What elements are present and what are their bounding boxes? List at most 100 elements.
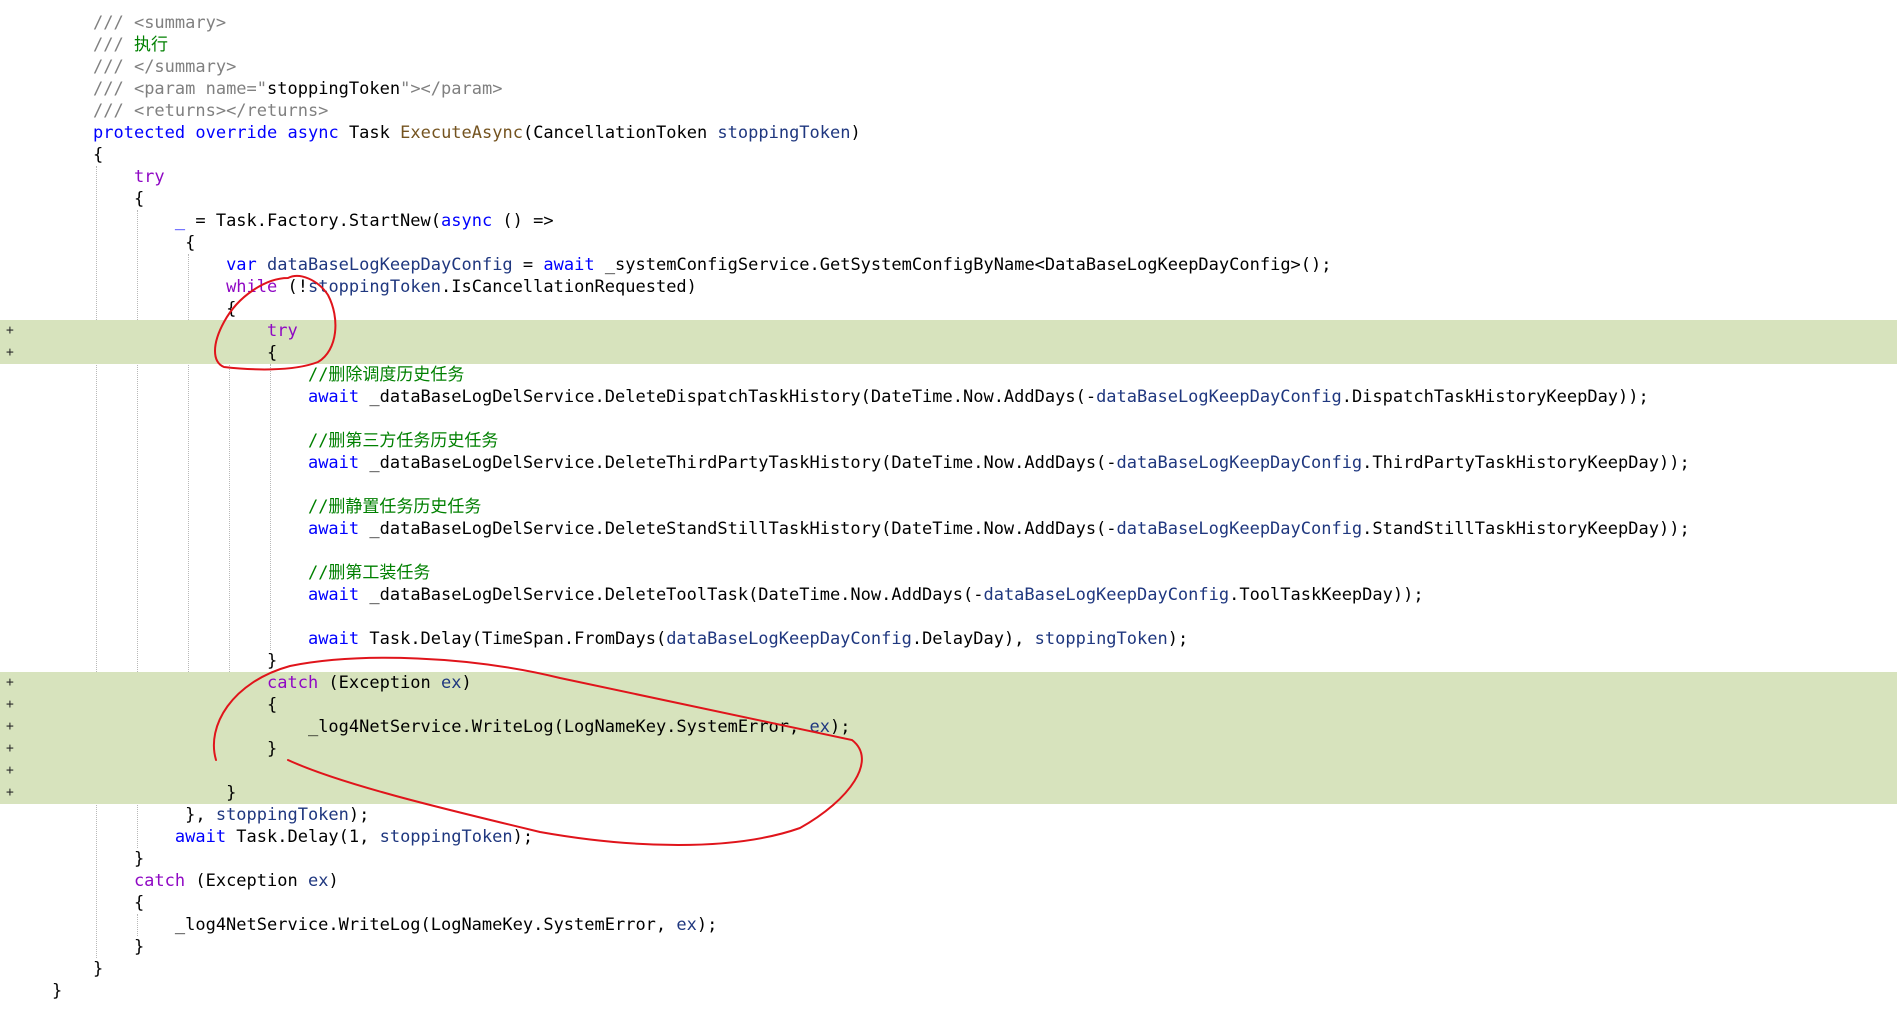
code-text: await Task.Delay(1, stoppingToken); [175, 826, 533, 848]
code-text: _log4NetService.WriteLog(LogNameKey.Syst… [175, 914, 717, 936]
code-line[interactable]: protected override async Task ExecuteAsy… [0, 122, 1897, 144]
code-text: try [134, 166, 165, 188]
code-text: protected override async Task ExecuteAsy… [93, 122, 861, 144]
code-token: _dataBaseLogDelService.DeleteThirdPartyT… [359, 453, 1117, 473]
code-line[interactable]: //删静置任务历史任务 [0, 496, 1897, 518]
code-token: //删第三方任务历史任务 [307, 431, 499, 451]
code-token: _log4NetService.WriteLog(LogNameKey.Syst… [307, 717, 810, 737]
code-line[interactable]: + catch (Exception ex) [0, 672, 1897, 694]
code-token: await [307, 453, 360, 473]
code-token: } [267, 651, 278, 671]
code-token: dataBaseLogKeepDayConfig [1096, 387, 1342, 407]
code-line[interactable]: await Task.Delay(1, stoppingToken); [0, 826, 1897, 848]
code-text: /// <param name="stoppingToken"></param> [93, 78, 502, 100]
code-token: } [133, 849, 145, 869]
code-line[interactable]: await _dataBaseLogDelService.DeleteToolT… [0, 584, 1897, 606]
code-line[interactable]: _ = Task.Factory.StartNew(async () => [0, 210, 1897, 232]
code-line[interactable]: //删第工装任务 [0, 562, 1897, 584]
code-line[interactable]: +{ [0, 694, 1897, 716]
code-line[interactable]: var dataBaseLogKeepDayConfig = await _sy… [0, 254, 1897, 276]
code-token: await [174, 827, 227, 847]
code-token: stoppingToken [215, 805, 349, 825]
code-line[interactable]: try [0, 166, 1897, 188]
code-token: await [307, 387, 360, 407]
code-line[interactable]: await _dataBaseLogDelService.DeleteDispa… [0, 386, 1897, 408]
code-token: ) [461, 673, 472, 693]
code-token: stoppingToken [267, 79, 401, 99]
code-token: ex [441, 673, 462, 693]
code-line[interactable]: { [0, 144, 1897, 166]
code-token: _dataBaseLogDelService.DeleteDispatchTas… [359, 387, 1097, 407]
code-token: Task.Delay(TimeSpan.FromDays( [359, 629, 667, 649]
code-line[interactable]: + _log4NetService.WriteLog(LogNameKey.Sys… [0, 716, 1897, 738]
code-token: ); [829, 717, 851, 737]
code-text: { [93, 144, 103, 166]
code-token: /// [93, 35, 134, 55]
code-line[interactable]: { [0, 188, 1897, 210]
code-token: while [226, 277, 278, 297]
code-token: await [307, 519, 360, 539]
code-token: _dataBaseLogDelService.DeleteStandStillT… [359, 519, 1117, 539]
code-token: ) [328, 871, 339, 891]
code-token: } [52, 981, 63, 1001]
code-line[interactable]: }, stoppingToken); [0, 804, 1897, 826]
code-token: var [226, 255, 257, 275]
code-line[interactable]: + try [0, 320, 1897, 342]
change-marker: + [6, 785, 14, 800]
code-line[interactable]: /// <summary> [0, 12, 1897, 34]
code-text: catch (Exception ex) [134, 870, 339, 892]
code-editor[interactable]: /// <summary>/// 执行/// </summary>/// <pa… [0, 0, 1897, 1013]
code-token: .DelayDay), [911, 629, 1035, 649]
code-token: ); [696, 915, 718, 935]
code-text: await Task.Delay(TimeSpan.FromDays(dataB… [308, 628, 1188, 650]
code-line[interactable]: /// <param name="stoppingToken"></param> [0, 78, 1897, 100]
code-line[interactable]: { [0, 298, 1897, 320]
code-line[interactable]: } [0, 980, 1897, 1002]
code-token: async [287, 123, 339, 143]
code-line[interactable]: } [0, 936, 1897, 958]
code-line[interactable] [0, 474, 1897, 496]
code-text: await _dataBaseLogDelService.DeleteThird… [308, 452, 1690, 474]
code-token: dataBaseLogKeepDayConfig [267, 255, 513, 275]
code-token: } [93, 959, 104, 979]
code-line[interactable]: } [0, 958, 1897, 980]
code-line[interactable] [0, 606, 1897, 628]
code-line[interactable]: { [0, 892, 1897, 914]
code-token: //删第工装任务 [307, 563, 431, 583]
code-line[interactable]: } [0, 848, 1897, 870]
code-text: } [134, 936, 144, 958]
code-line[interactable]: } [0, 650, 1897, 672]
code-line[interactable]: + [0, 760, 1897, 782]
code-line[interactable]: +{ [0, 342, 1897, 364]
code-token: catch [267, 673, 319, 693]
code-line[interactable]: await _dataBaseLogDelService.DeleteThird… [0, 452, 1897, 474]
code-line[interactable]: /// <returns></returns> [0, 100, 1897, 122]
code-line[interactable]: +} [0, 782, 1897, 804]
code-token: _ [174, 211, 186, 231]
code-text: { [226, 298, 236, 320]
code-line[interactable]: +} [0, 738, 1897, 760]
code-token: { [267, 695, 278, 715]
code-line[interactable]: _log4NetService.WriteLog(LogNameKey.Syst… [0, 914, 1897, 936]
code-line[interactable]: await Task.Delay(TimeSpan.FromDays(dataB… [0, 628, 1897, 650]
code-line[interactable]: while (!stoppingToken.IsCancellationRequ… [0, 276, 1897, 298]
code-line[interactable]: //删除调度历史任务 [0, 364, 1897, 386]
code-line[interactable]: { [0, 232, 1897, 254]
code-text: while (!stoppingToken.IsCancellationRequ… [226, 276, 697, 298]
code-line[interactable]: await _dataBaseLogDelService.DeleteStand… [0, 518, 1897, 540]
code-text: _ = Task.Factory.StartNew(async () => [175, 210, 554, 232]
change-marker: + [6, 675, 14, 690]
code-line[interactable] [0, 540, 1897, 562]
code-line[interactable]: //删第三方任务历史任务 [0, 430, 1897, 452]
code-line[interactable] [0, 408, 1897, 430]
code-token: Task.Delay(1, [226, 827, 380, 847]
code-line[interactable]: /// </summary> [0, 56, 1897, 78]
change-marker: + [6, 763, 14, 778]
code-token: /// [93, 57, 134, 77]
code-line[interactable]: /// 执行 [0, 34, 1897, 56]
code-line[interactable]: catch (Exception ex) [0, 870, 1897, 892]
code-token: ) [850, 123, 861, 143]
change-marker: + [6, 741, 14, 756]
code-text: await _dataBaseLogDelService.DeleteDispa… [308, 386, 1649, 408]
code-text: /// <returns></returns> [93, 100, 328, 122]
